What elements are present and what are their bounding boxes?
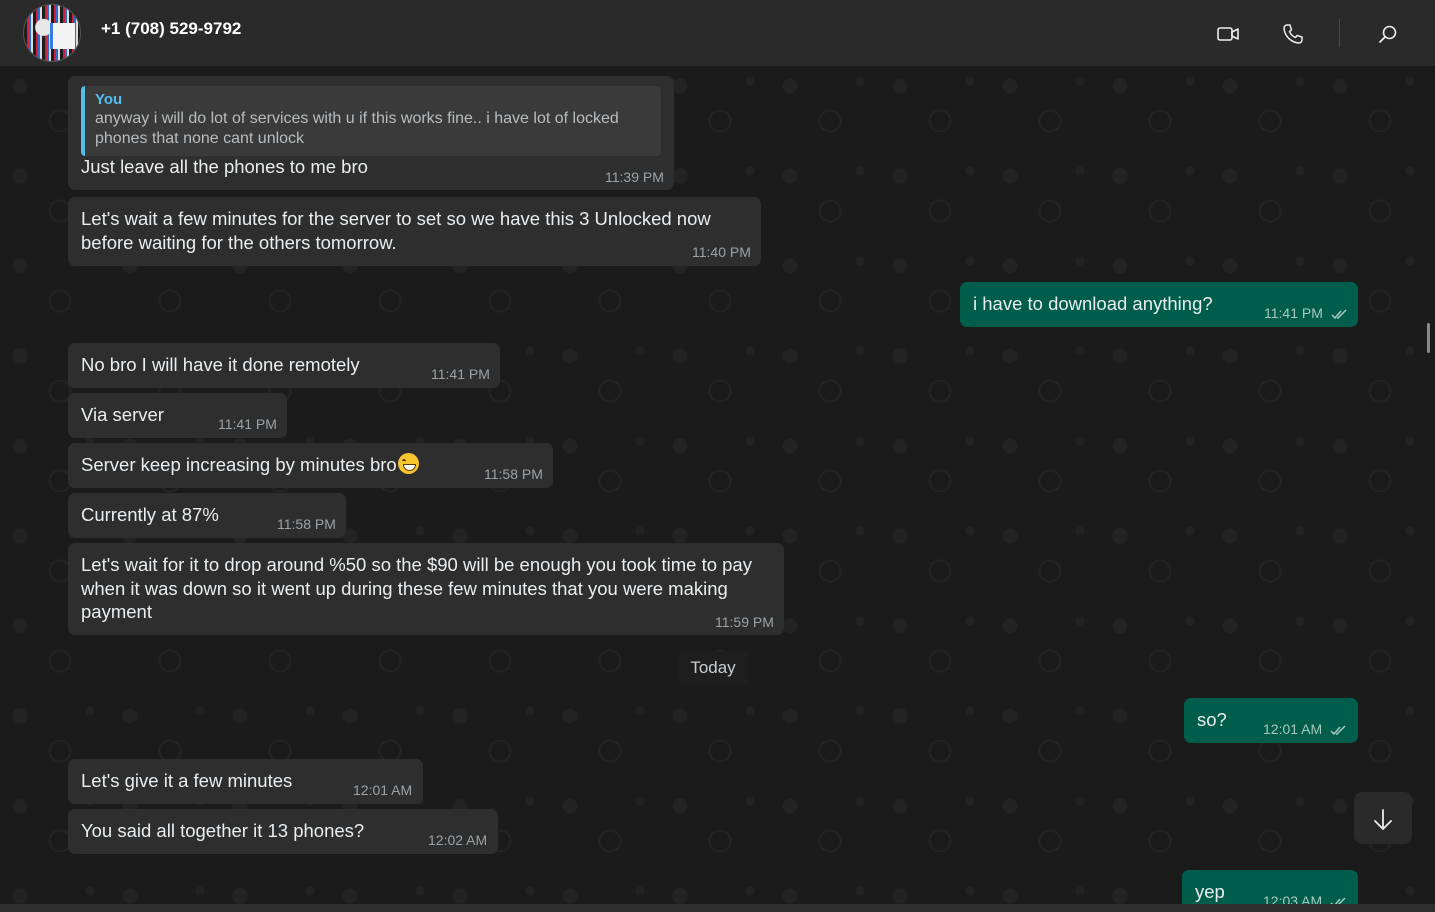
- grinning-face-emoji: [397, 453, 419, 474]
- read-receipt-icon: [1330, 897, 1346, 904]
- message-incoming[interactable]: No bro I will have it done remotely 11:4…: [68, 343, 500, 388]
- chat-header: +1 (708) 529-9792: [0, 0, 1435, 66]
- message-time-row: 12:01 AM: [1263, 718, 1347, 742]
- quoted-message[interactable]: You anyway i will do lot of services wit…: [81, 86, 661, 156]
- read-receipt-icon: [1330, 725, 1346, 735]
- message-time: 11:58 PM: [484, 466, 543, 482]
- message-text: yep: [1195, 881, 1225, 902]
- voice-call-icon[interactable]: [1281, 22, 1305, 46]
- message-text: Let's wait a few minutes for the server …: [81, 208, 711, 253]
- arrow-down-icon: [1374, 809, 1392, 830]
- date-separator: Today: [678, 651, 748, 685]
- message-time: 11:39 PM: [605, 169, 664, 185]
- message-incoming[interactable]: Server keep increasing by minutes bro 11…: [68, 443, 553, 488]
- message-text: Let's give it a few minutes: [81, 770, 293, 791]
- message-outgoing[interactable]: i have to download anything? 11:41 PM: [960, 282, 1358, 327]
- message-time: 11:40 PM: [692, 244, 751, 260]
- quoted-author: You: [95, 91, 123, 108]
- message-incoming[interactable]: You anyway i will do lot of services wit…: [68, 76, 674, 190]
- message-time-row: 11:41 PM: [1264, 302, 1348, 326]
- video-call-icon[interactable]: [1216, 22, 1240, 46]
- read-receipt-icon: [1331, 309, 1347, 319]
- message-time-row: 12:03 AM: [1263, 890, 1347, 904]
- message-text: so?: [1197, 709, 1227, 730]
- compose-bar-edge: [0, 904, 1435, 912]
- quoted-text: anyway i will do lot of services with u …: [95, 110, 619, 147]
- message-time: 12:03 AM: [1263, 893, 1323, 904]
- message-incoming[interactable]: Via server 11:41 PM: [68, 393, 287, 438]
- contact-avatar[interactable]: [23, 4, 81, 62]
- header-divider: [1339, 19, 1340, 47]
- message-time: 12:01 AM: [353, 782, 413, 798]
- message-outgoing[interactable]: yep 12:03 AM: [1182, 870, 1358, 904]
- message-text-row: Server keep increasing by minutes bro: [81, 453, 419, 477]
- message-text: You said all together it 13 phones?: [81, 820, 365, 841]
- message-incoming[interactable]: Currently at 87% 11:58 PM: [68, 493, 346, 538]
- message-text: Just leave all the phones to me bro: [81, 156, 368, 177]
- message-incoming[interactable]: You said all together it 13 phones? 12:0…: [68, 809, 498, 854]
- message-time: 11:58 PM: [277, 516, 336, 532]
- message-text: Via server: [81, 404, 164, 425]
- message-incoming[interactable]: Let's wait a few minutes for the server …: [68, 197, 761, 266]
- chat-scrollbar[interactable]: [1427, 323, 1430, 353]
- message-time: 11:41 PM: [1264, 305, 1323, 321]
- message-outgoing[interactable]: so? 12:01 AM: [1184, 698, 1358, 743]
- message-text: i have to download anything?: [973, 293, 1213, 314]
- message-time: 11:41 PM: [218, 416, 277, 432]
- message-text: No bro I will have it done remotely: [81, 354, 360, 375]
- message-time: 11:41 PM: [431, 366, 490, 382]
- message-text: Let's wait for it to drop around %50 so …: [81, 554, 752, 622]
- message-text: Currently at 87%: [81, 504, 219, 525]
- message-incoming[interactable]: Let's wait for it to drop around %50 so …: [68, 543, 784, 635]
- message-time: 12:02 AM: [428, 832, 488, 848]
- search-icon[interactable]: [1376, 22, 1400, 46]
- contact-name[interactable]: +1 (708) 529-9792: [101, 19, 241, 39]
- message-time: 11:59 PM: [715, 614, 774, 630]
- message-text: Server keep increasing by minutes bro: [81, 454, 397, 475]
- message-time: 12:01 AM: [1263, 721, 1323, 737]
- scroll-to-bottom-button[interactable]: [1354, 792, 1412, 844]
- message-incoming[interactable]: Let's give it a few minutes 12:01 AM: [68, 759, 423, 804]
